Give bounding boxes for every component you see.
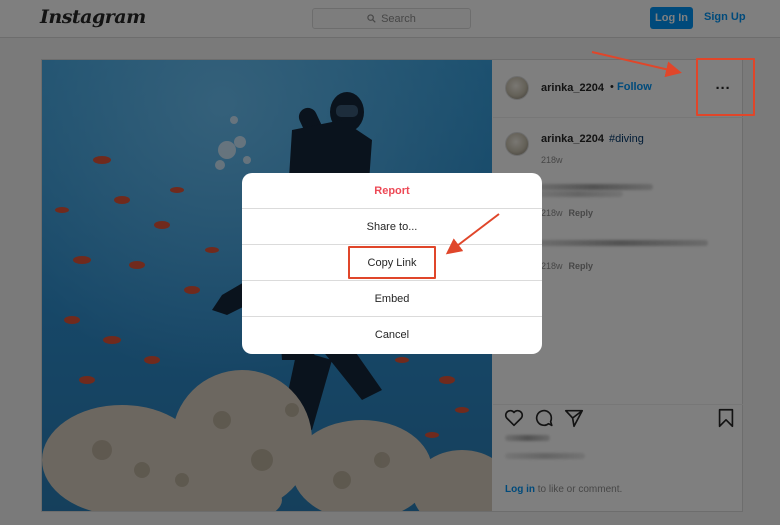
report-button[interactable]: Report <box>242 173 542 209</box>
cancel-button[interactable]: Cancel <box>242 317 542 353</box>
share-to-button[interactable]: Share to... <box>242 209 542 245</box>
more-options-highlight <box>696 58 755 116</box>
copy-link-highlight <box>348 246 436 279</box>
embed-button[interactable]: Embed <box>242 281 542 317</box>
